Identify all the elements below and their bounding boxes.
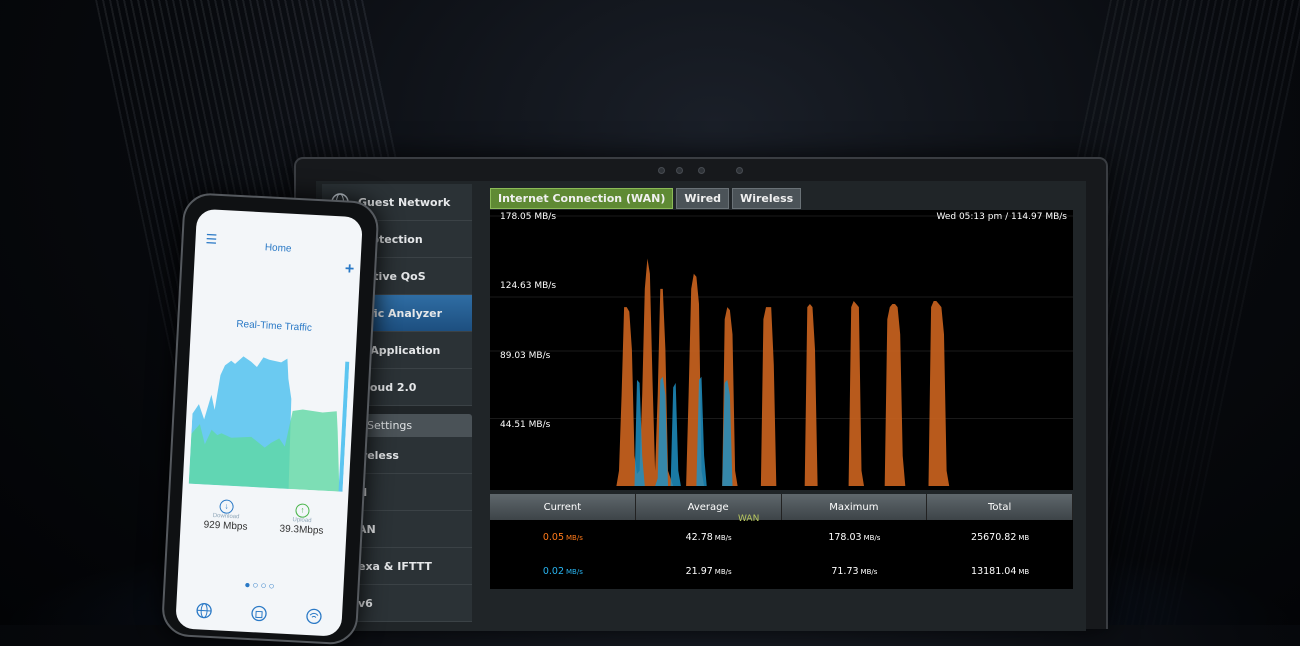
stats-header-row: Current Average Maximum Total — [490, 494, 1073, 520]
phone-app-screen: ☰ Home + Real-Time Traffic ↓ Download 92… — [175, 208, 363, 637]
laptop: Guest Network Protection aptive QoS affi… — [294, 157, 1108, 631]
stats-header-current: Current — [490, 494, 636, 520]
laptop-camera — [698, 167, 705, 174]
phone: ☰ Home + Real-Time Traffic ↓ Download 92… — [160, 192, 380, 646]
bottom-nav — [176, 600, 343, 627]
sidebar-item-label: Guest Network — [358, 195, 451, 209]
sidebar-item-label: v6 — [358, 596, 373, 610]
download-icon: ↓ — [219, 499, 234, 515]
y-tick-label: 44.51 MB/s — [500, 420, 551, 430]
series-area-upload — [490, 376, 1073, 486]
page-indicator: ●○○○ — [244, 579, 277, 593]
stat-average: 42.78 MB/s — [685, 531, 732, 543]
tab-wired[interactable]: Wired — [676, 188, 730, 209]
app-title: Home — [264, 242, 292, 255]
stat-maximum: 178.03 MB/s — [828, 531, 881, 543]
tab-bar: Internet Connection (WAN) Wired Wireless — [490, 188, 802, 209]
y-tick-label: 89.03 MB/s — [500, 351, 551, 361]
chart-timestamp: Wed 05:13 pm / 114.97 MB/s — [936, 212, 1067, 222]
traffic-chart-svg — [490, 215, 1073, 486]
wifi-icon[interactable] — [305, 607, 324, 626]
download-stat: ↓ Download 929 Mbps — [188, 494, 264, 534]
wan-label: WAN — [738, 514, 760, 524]
table-row: 0.02 MB/s 21.97 MB/s 71.73 MB/s 13181.04 MB — [490, 554, 1073, 588]
stat-total: 13181.04 MB — [971, 565, 1030, 577]
laptop-sensor — [676, 167, 683, 174]
stats-header-total: Total — [927, 494, 1073, 520]
series-area-download — [490, 258, 1073, 486]
router-icon[interactable] — [250, 604, 269, 623]
laptop-sensor — [736, 167, 743, 174]
realtime-traffic-chart — [188, 356, 350, 492]
stat-maximum: 71.73 MB/s — [831, 565, 878, 577]
router-admin-screen: Guest Network Protection aptive QoS affi… — [316, 181, 1086, 631]
stats-header-maximum: Maximum — [781, 494, 928, 520]
download-spike — [338, 361, 350, 492]
y-tick-label: 124.63 MB/s — [500, 281, 557, 291]
stat-current: 0.02 MB/s — [542, 565, 583, 577]
globe-icon[interactable] — [194, 601, 213, 620]
upload-icon: ↑ — [295, 503, 310, 518]
add-icon[interactable]: + — [344, 261, 354, 279]
stat-average: 21.97 MB/s — [685, 565, 732, 577]
tab-internet-connection-wan[interactable]: Internet Connection (WAN) — [490, 188, 674, 209]
upload-stat: ↑ Upload 39.3Mbps — [264, 498, 340, 538]
stat-total: 25670.82 MB — [971, 531, 1030, 543]
stat-current: 0.05 MB/s — [542, 531, 583, 543]
stats-table: Current Average Maximum Total WAN 0.05 MB… — [490, 494, 1073, 589]
y-tick-label: 178.05 MB/s — [500, 212, 557, 222]
sidebar-item-label: exa & IFTTT — [358, 559, 432, 573]
tab-wireless[interactable]: Wireless — [732, 188, 802, 209]
traffic-chart: 178.05 MB/s 124.63 MB/s 89.03 MB/s 44.51… — [490, 210, 1073, 490]
realtime-traffic-title: Real-Time Traffic — [236, 318, 313, 334]
laptop-sensor — [658, 167, 665, 174]
stats-header-average: Average — [635, 494, 782, 520]
table-row: 0.05 MB/s 42.78 MB/s 178.03 MB/s 25670.82 MB — [490, 520, 1073, 554]
